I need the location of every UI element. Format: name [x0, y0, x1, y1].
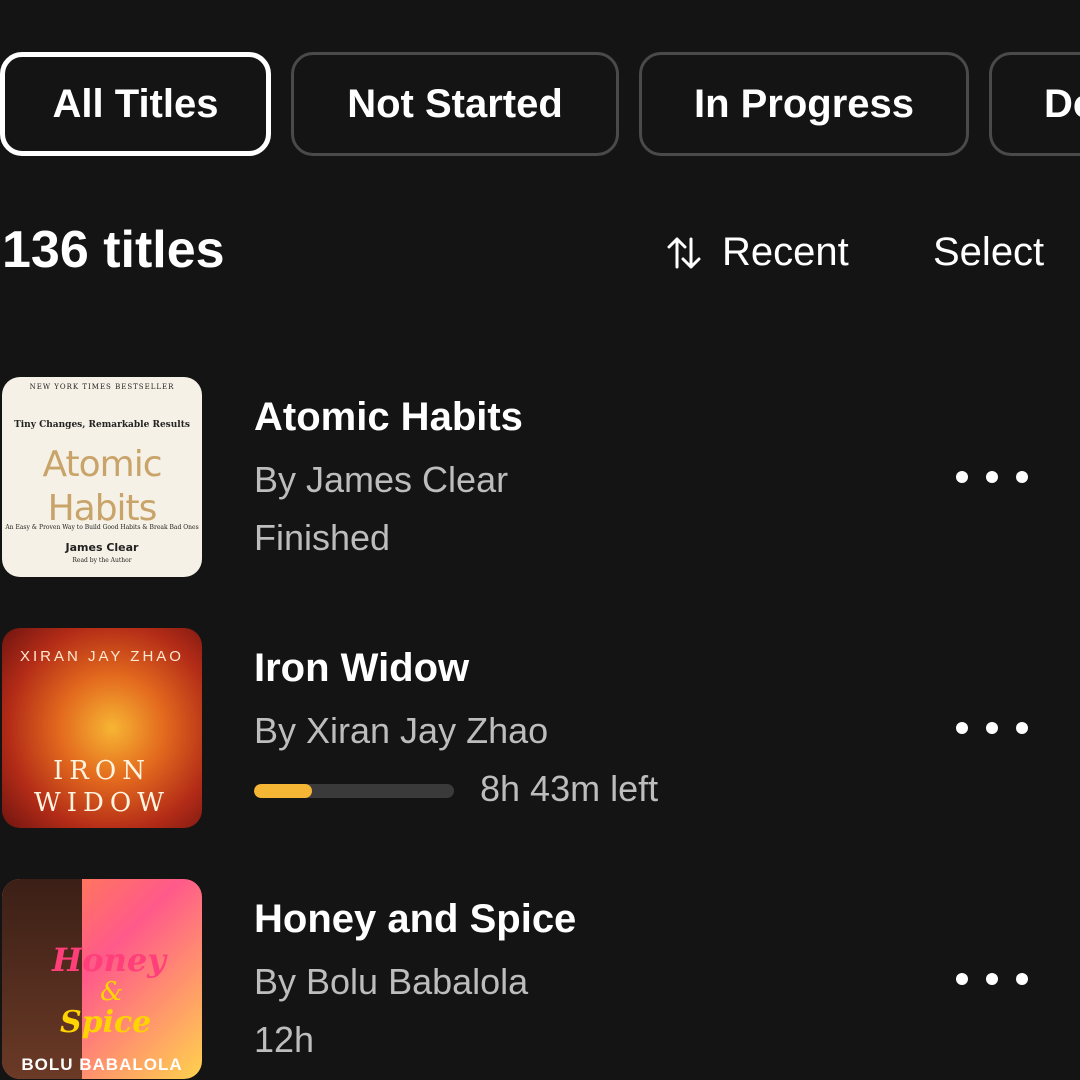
book-cover: Honey & Spice BOLU BABALOLA: [2, 879, 202, 1079]
more-horizontal-icon[interactable]: [956, 967, 1028, 991]
more-horizontal-icon[interactable]: [956, 465, 1028, 489]
book-title: Atomic Habits: [254, 395, 523, 439]
book-title: Honey and Spice: [254, 897, 577, 941]
titles-count: 136 titles: [2, 221, 225, 279]
cover-author: XIRAN JAY ZHAO: [20, 648, 184, 665]
cover-title: Honey: [52, 941, 166, 979]
filter-all-titles[interactable]: All Titles: [0, 52, 271, 156]
sort-arrows-icon: [667, 237, 701, 268]
book-title: Iron Widow: [254, 646, 470, 690]
time-left: 8h 43m left: [480, 768, 659, 809]
book-cover: NEW YORK TIMES BESTSELLER Tiny Changes, …: [2, 377, 202, 577]
list-item[interactable]: NEW YORK TIMES BESTSELLER Tiny Changes, …: [0, 377, 1080, 577]
cover-text: Tiny Changes, Remarkable Results: [14, 420, 190, 430]
book-cover: XIRAN JAY ZHAO IRON WIDOW: [2, 628, 202, 828]
filter-done[interactable]: Do: [989, 52, 1080, 156]
filter-not-started[interactable]: Not Started: [291, 52, 619, 156]
sort-button[interactable]: Recent: [664, 230, 849, 275]
cover-title: Spice: [60, 1005, 152, 1040]
progress-bar: [254, 784, 454, 798]
cover-title: Atomic Habits: [42, 444, 163, 529]
cover-text: NEW YORK TIMES BESTSELLER: [29, 383, 175, 391]
cover-title: IRON: [53, 756, 151, 786]
cover-illustration: [2, 879, 82, 1079]
filter-in-progress[interactable]: In Progress: [639, 52, 969, 156]
book-status: Finished: [254, 517, 391, 558]
progress-fill: [254, 784, 312, 798]
book-author: By James Clear: [254, 459, 509, 500]
select-button[interactable]: Select: [933, 230, 1044, 275]
cover-author: James Clear: [65, 541, 139, 554]
more-horizontal-icon[interactable]: [956, 716, 1028, 740]
cover-text: An Easy & Proven Way to Build Good Habit…: [5, 524, 199, 531]
cover-title: &: [100, 977, 124, 1007]
book-status: 12h: [254, 1019, 315, 1060]
list-item[interactable]: Honey & Spice BOLU BABALOLA Honey and Sp…: [0, 879, 1080, 1079]
cover-title: WIDOW: [34, 788, 170, 818]
book-author: By Bolu Babalola: [254, 961, 529, 1002]
cover-author: BOLU BABALOLA: [21, 1055, 183, 1074]
list-item[interactable]: XIRAN JAY ZHAO IRON WIDOW Iron Widow By …: [0, 628, 1080, 828]
cover-text: Read by the Author: [72, 557, 132, 564]
sort-label: Recent: [722, 230, 849, 274]
filter-chip-bar: All Titles Not Started In Progress Do: [0, 52, 1080, 160]
book-author: By Xiran Jay Zhao: [254, 710, 549, 751]
